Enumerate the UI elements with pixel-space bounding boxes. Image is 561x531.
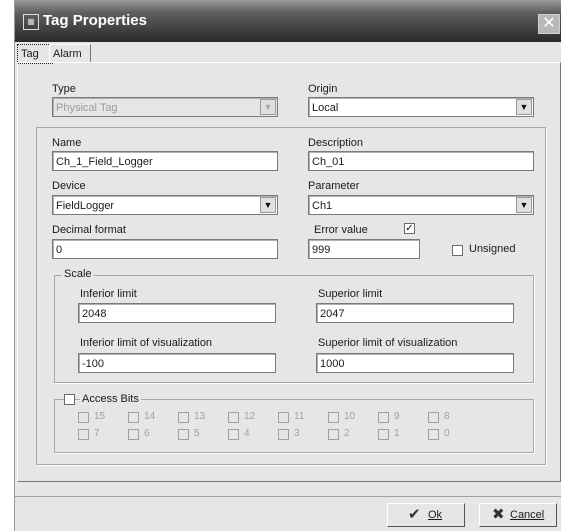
access-bit-checkbox xyxy=(228,412,239,423)
superior-vis-input[interactable]: 1000 xyxy=(316,353,514,373)
access-bit-label: 15 xyxy=(94,411,106,422)
ok-button-label: Ok xyxy=(428,509,443,521)
access-bit-checkbox xyxy=(428,412,439,423)
type-value: Physical Tag xyxy=(56,102,118,114)
access-bit-checkbox xyxy=(78,429,89,440)
superior-limit-label: Superior limit xyxy=(318,288,383,300)
chevron-down-icon[interactable]: ▼ xyxy=(516,99,532,115)
access-bit-checkbox xyxy=(228,429,239,440)
access-bit-checkbox xyxy=(328,412,339,423)
access-bit-checkbox xyxy=(178,412,189,423)
cancel-button-label: Cancel xyxy=(510,509,545,521)
access-bit-checkbox xyxy=(328,429,339,440)
access-bit-label: 8 xyxy=(444,411,450,422)
access-bit-checkbox xyxy=(278,429,289,440)
access-bit-label: 14 xyxy=(144,411,156,422)
inferior-vis-input[interactable]: -100 xyxy=(78,353,276,373)
device-value: FieldLogger xyxy=(56,200,115,212)
device-select[interactable]: FieldLogger ▼ xyxy=(52,195,278,215)
access-bit-label: 12 xyxy=(244,411,256,422)
error-value-input[interactable]: 999 xyxy=(308,239,420,259)
error-value-checkbox[interactable]: ✓ xyxy=(404,223,415,234)
parameter-label: Parameter xyxy=(308,180,360,192)
access-bit-label: 6 xyxy=(144,428,150,439)
access-bit-label: 7 xyxy=(94,428,100,439)
type-label: Type xyxy=(52,83,76,95)
name-input[interactable]: Ch_1_Field_Logger xyxy=(52,151,278,171)
inferior-vis-label: Inferior limit of visualization xyxy=(80,337,213,349)
tag-properties-icon: ▦ xyxy=(23,14,39,30)
tab-tag[interactable]: Tag xyxy=(17,44,53,64)
access-bit-checkbox xyxy=(378,429,389,440)
chevron-down-icon: ▼ xyxy=(260,99,276,115)
access-bit-label: 13 xyxy=(194,411,206,422)
access-bit-checkbox xyxy=(128,412,139,423)
name-label: Name xyxy=(52,137,82,149)
unsigned-label: Unsigned xyxy=(469,243,516,255)
decimal-format-input[interactable]: 0 xyxy=(52,239,278,259)
access-bit-label: 5 xyxy=(194,428,200,439)
access-bits-label: Access Bits xyxy=(80,393,141,405)
decimal-format-label: Decimal format xyxy=(52,224,126,236)
tag-tab-panel: Type Physical Tag ▼ Origin Local ▼ Name … xyxy=(17,62,561,482)
ok-button[interactable]: ✔ Ok xyxy=(387,503,465,527)
description-input[interactable]: Ch_01 xyxy=(308,151,534,171)
access-bit-label: 10 xyxy=(344,411,356,422)
access-bits-checkbox[interactable] xyxy=(64,394,75,405)
parameter-value: Ch1 xyxy=(312,200,333,212)
superior-vis-label: Superior limit of visualization xyxy=(318,337,458,349)
error-value-label: Error value xyxy=(314,224,368,236)
tab-alarm[interactable]: Alarm xyxy=(49,44,91,63)
access-bit-checkbox xyxy=(128,429,139,440)
parameter-select[interactable]: Ch1 ▼ xyxy=(308,195,534,215)
title-bar[interactable]: ▦ Tag Properties ✕ xyxy=(15,0,561,42)
footer-separator xyxy=(15,496,561,497)
access-bit-label: 9 xyxy=(394,411,400,422)
access-bit-label: 1 xyxy=(394,428,400,439)
chevron-down-icon[interactable]: ▼ xyxy=(260,197,276,213)
access-bit-label: 11 xyxy=(294,411,305,422)
origin-label: Origin xyxy=(308,83,338,95)
checkmark-icon: ✔ xyxy=(408,506,421,523)
x-icon: ✖ xyxy=(492,506,505,523)
access-bits-group xyxy=(54,399,534,453)
access-bit-label: 2 xyxy=(344,428,350,439)
origin-select[interactable]: Local ▼ xyxy=(308,97,534,117)
inferior-limit-input[interactable]: 2048 xyxy=(78,303,276,323)
access-bit-label: 0 xyxy=(444,428,450,439)
description-label: Description xyxy=(308,137,364,149)
scale-label: Scale xyxy=(62,268,94,280)
close-button[interactable]: ✕ xyxy=(538,14,560,34)
access-bit-label: 3 xyxy=(294,428,300,439)
inferior-limit-label: Inferior limit xyxy=(80,288,137,300)
access-bit-checkbox xyxy=(78,412,89,423)
cancel-button[interactable]: ✖ Cancel xyxy=(479,503,557,527)
access-bit-checkbox xyxy=(378,412,389,423)
unsigned-checkbox[interactable] xyxy=(452,245,463,256)
superior-limit-input[interactable]: 2047 xyxy=(316,303,514,323)
type-select: Physical Tag ▼ xyxy=(52,97,278,117)
origin-value: Local xyxy=(312,102,339,114)
device-label: Device xyxy=(52,180,86,192)
access-bit-checkbox xyxy=(278,412,289,423)
dialog-title: Tag Properties xyxy=(43,12,147,29)
access-bit-checkbox xyxy=(178,429,189,440)
tag-properties-dialog: ▦ Tag Properties ✕ Tag Alarm Type Physic… xyxy=(14,0,561,531)
access-bit-label: 4 xyxy=(244,428,250,439)
access-bit-checkbox xyxy=(428,429,439,440)
chevron-down-icon[interactable]: ▼ xyxy=(516,197,532,213)
